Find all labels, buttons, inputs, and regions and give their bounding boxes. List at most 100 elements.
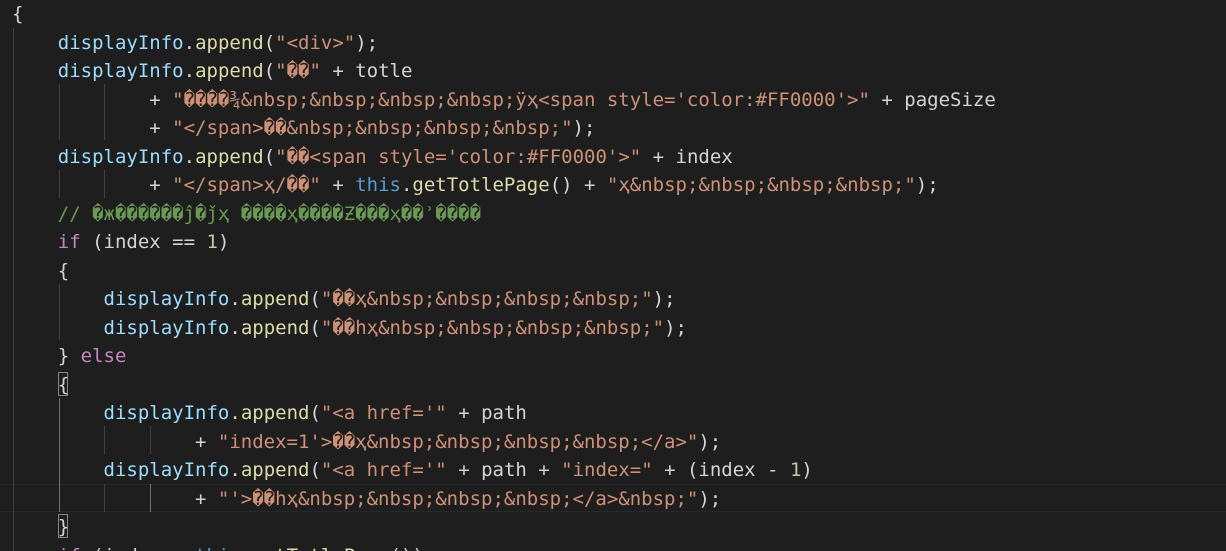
code-token-plain: ); (652, 288, 676, 310)
code-token-plain: ); (698, 430, 722, 453)
code-token-plain: . (241, 545, 252, 551)
code-line[interactable]: displayInfo.append("��<span style='color… (12, 143, 733, 171)
code-token-plain: . (400, 174, 413, 196)
code-line[interactable]: + "</span>ҳ/��" + this.getTotlePage() + … (12, 171, 939, 199)
code-token-var: displayInfo (57, 60, 184, 82)
code-token-plain: () + (549, 174, 607, 196)
code-editor[interactable]: { displayInfo.append("<div>"); displayIn… (0, 0, 1226, 551)
code-token-plain: . (229, 459, 241, 481)
code-token-plain: + (12, 430, 218, 453)
code-token-var: displayInfo (57, 31, 184, 54)
code-token-plain: + index (641, 145, 733, 168)
code-line[interactable]: } (12, 513, 69, 541)
code-token-fn: append (195, 31, 264, 54)
code-token-plain: + path (446, 402, 527, 424)
code-token-fn: append (240, 288, 310, 310)
code-token-str: "����¾&nbsp;&nbsp;&nbsp;&nbsp;ÿҳ<span st… (172, 88, 870, 111)
code-line[interactable]: + "</span>��&nbsp;&nbsp;&nbsp;&nbsp;"); (12, 114, 595, 142)
code-token-plain: + totle (320, 60, 413, 82)
code-line[interactable]: displayInfo.append("��һҳ&nbsp;&nbsp;&nbs… (12, 314, 687, 342)
code-token-plain: ( (263, 145, 276, 168)
code-token-plain: . (183, 145, 196, 168)
code-token-plain: ); (698, 487, 722, 510)
code-token-plain: + (12, 117, 173, 139)
code-token-plain: . (183, 31, 196, 54)
code-token-plain: ) (801, 459, 813, 481)
code-token-plain: ) (217, 231, 230, 253)
code-token-var: displayInfo (103, 459, 230, 481)
code-token-plain: ); (572, 117, 596, 139)
code-token-str: "<a href='" (320, 459, 447, 481)
code-token-plain: + pageSize (869, 88, 996, 111)
code-token-plain: ( (263, 31, 276, 54)
code-line[interactable]: if (index == 1) (12, 228, 230, 256)
code-token-plain: + path + (446, 459, 562, 481)
code-line[interactable]: } else (12, 342, 127, 370)
code-token-plain: ( (309, 459, 321, 481)
code-token-plain: . (183, 60, 196, 82)
code-token-plain: ( (309, 288, 321, 310)
code-token-plain: + (12, 88, 173, 111)
code-line[interactable]: { (12, 257, 69, 285)
code-token-str: "ҳ&nbsp;&nbsp;&nbsp;&nbsp;" (606, 174, 916, 196)
code-line[interactable]: // �ж������ĵ�ǰҳ ����ҳ����Ƶ���ҳ��ʾ���� (12, 200, 481, 228)
code-line[interactable]: { (12, 371, 69, 399)
code-token-var: displayInfo (57, 145, 184, 168)
code-line[interactable]: displayInfo.append("��ҳ&nbsp;&nbsp;&nbsp… (12, 285, 676, 313)
code-token-fn: append (240, 402, 310, 424)
code-token-plain: . (229, 402, 241, 424)
code-token-fn: append (195, 145, 264, 168)
code-line[interactable]: displayInfo.append("��" + totle (12, 57, 413, 85)
code-token-fn: append (240, 316, 310, 339)
code-token-plain: ()) (390, 545, 424, 551)
code-line[interactable]: if (index < this.getTotlePage()) (12, 542, 424, 551)
code-token-kw: if (58, 545, 81, 551)
code-token-str: "��һҳ&nbsp;&nbsp;&nbsp;&nbsp;" (320, 316, 665, 339)
code-token-plain: ( (263, 60, 276, 82)
code-token-this: this (355, 174, 401, 196)
code-line[interactable]: + "'>��һҳ&nbsp;&nbsp;&nbsp;&nbsp;</a>&nb… (12, 485, 721, 513)
code-token-fn: getTotlePage (252, 545, 389, 551)
code-line[interactable]: displayInfo.append("<a href='" + path (12, 399, 527, 427)
code-token-plain: . (229, 288, 241, 310)
code-token-var: displayInfo (103, 402, 230, 424)
code-token-plain: + (320, 174, 356, 196)
code-line[interactable]: displayInfo.append("<div>"); (12, 29, 378, 57)
code-token-plain: ); (915, 174, 939, 196)
code-token-var: displayInfo (103, 288, 230, 310)
code-token-plain: ( (309, 316, 321, 339)
code-line[interactable]: { (12, 0, 23, 28)
code-token-fn: append (240, 459, 310, 481)
code-token-str: "<div>" (275, 31, 356, 54)
code-token-num: 1 (789, 459, 802, 481)
code-line[interactable]: + "index=1'>��ҳ&nbsp;&nbsp;&nbsp;&nbsp;<… (12, 428, 721, 456)
code-token-plain: ( (309, 402, 321, 424)
code-token-fn: append (195, 60, 264, 82)
code-token-str: "index=" (561, 459, 653, 481)
code-token-fn: getTotlePage (412, 174, 550, 196)
code-token-str: "��" (275, 60, 321, 82)
code-line[interactable]: displayInfo.append("<a href='" + path + … (12, 456, 813, 484)
code-token-plain: { (12, 373, 70, 396)
code-line[interactable]: + "����¾&nbsp;&nbsp;&nbsp;&nbsp;ÿҳ<span … (12, 86, 996, 114)
code-token-kw: else (80, 345, 127, 367)
code-token-plain: (index == (80, 231, 207, 253)
code-token-str: "'>��һҳ&nbsp;&nbsp;&nbsp;&nbsp;</a>&nbsp… (217, 487, 699, 510)
code-token-str: "index=1'>��ҳ&nbsp;&nbsp;&nbsp;&nbsp;</a… (217, 430, 699, 453)
code-token-var: displayInfo (103, 316, 230, 339)
code-token-plain: ); (664, 316, 687, 339)
code-token-kw: if (57, 231, 81, 253)
code-token-plain: (index < (81, 545, 195, 551)
code-token-str: "</span>ҳ/��" (172, 174, 321, 196)
code-token-com: // �ж������ĵ�ǰҳ ����ҳ����Ƶ���ҳ��ʾ���� (57, 202, 482, 225)
code-token-str: "</span>��&nbsp;&nbsp;&nbsp;&nbsp;" (172, 117, 573, 139)
